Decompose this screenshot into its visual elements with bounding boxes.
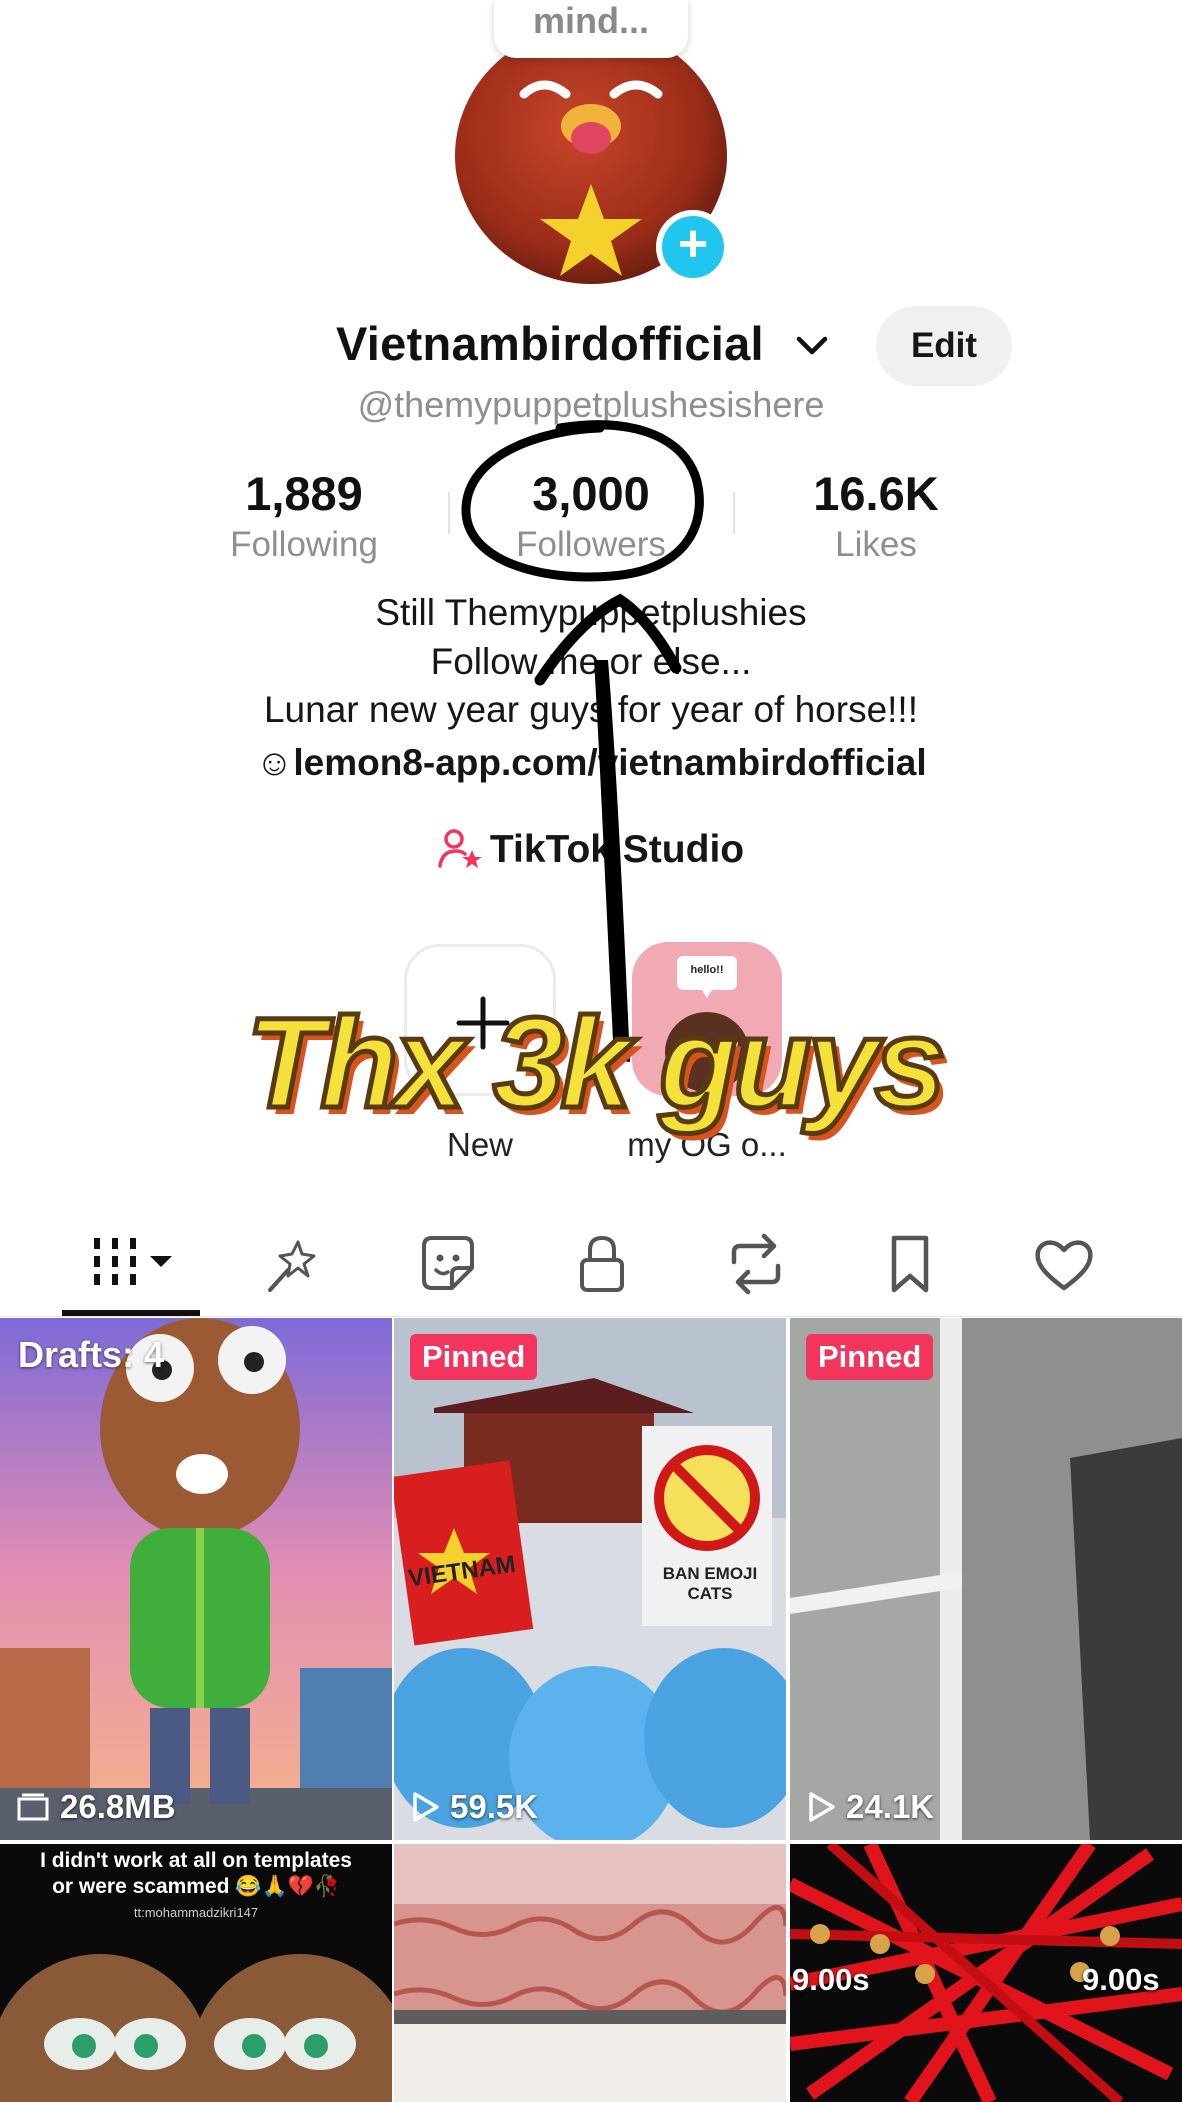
favorites-tab[interactable]: [878, 1232, 942, 1296]
tab-divider: [0, 1316, 1182, 1317]
private-tab[interactable]: [570, 1232, 634, 1296]
drafts-size-value: 26.8MB: [60, 1788, 176, 1825]
videos-tab[interactable]: [88, 1232, 172, 1296]
view-count: 59.5K: [410, 1788, 538, 1826]
pinned-badge: Pinned: [410, 1334, 538, 1380]
play-icon: [809, 1792, 835, 1822]
pinned-badge: Pinned: [806, 1334, 934, 1380]
video-caption-text: I didn't work at all on templates or wer…: [40, 1849, 352, 1898]
overlay-caption: Thx 3k guys: [244, 990, 949, 1138]
view-count-value: 59.5K: [450, 1788, 539, 1825]
play-icon: [413, 1792, 439, 1822]
drafts-size: 26.8MB: [16, 1788, 176, 1826]
bookmark-icon: [891, 1235, 929, 1293]
video-timer: 9.00s: [792, 1962, 870, 1997]
sparkle-wand-icon: [268, 1240, 316, 1292]
drafts-count: Drafts: 4: [18, 1334, 165, 1375]
stickers-tab[interactable]: [416, 1232, 480, 1296]
video-tile[interactable]: I didn't work at all on templates or wer…: [0, 1844, 392, 2102]
sticker-icon: [422, 1236, 474, 1290]
heart-icon: [1035, 1240, 1093, 1291]
view-count-value: 24.1K: [846, 1788, 935, 1825]
liked-tab[interactable]: [1032, 1232, 1096, 1296]
video-tile[interactable]: [394, 1844, 786, 2102]
lock-icon: [580, 1235, 624, 1292]
view-count: 24.1K: [806, 1788, 934, 1826]
video-caption: I didn't work at all on templates or wer…: [0, 1844, 392, 1932]
sign-text: BAN EMOJI CATS: [662, 1564, 758, 1603]
video-thumbnail: [790, 1318, 1182, 1840]
drafts-tile[interactable]: Drafts: 4 26.8MB: [0, 1318, 392, 1840]
drafts-thumbnail: [0, 1318, 392, 1840]
effects-tab[interactable]: [262, 1232, 326, 1296]
video-credit: tt:mohammadzikri147: [133, 1905, 259, 1920]
video-tile[interactable]: Pinned 24.1K: [790, 1318, 1182, 1840]
video-tile[interactable]: VIETNAM BAN EMOJI CATS Pinned 59.5K: [394, 1318, 786, 1840]
video-timer: 9.00s: [1082, 1962, 1160, 1997]
storage-icon: [17, 1793, 49, 1821]
video-tile[interactable]: 9.00s 9.00s: [790, 1844, 1182, 2102]
grid-icon: [94, 1238, 172, 1285]
video-thumbnail: [394, 1844, 786, 2102]
repost-icon: [731, 1233, 781, 1295]
reposts-tab[interactable]: [724, 1232, 788, 1296]
